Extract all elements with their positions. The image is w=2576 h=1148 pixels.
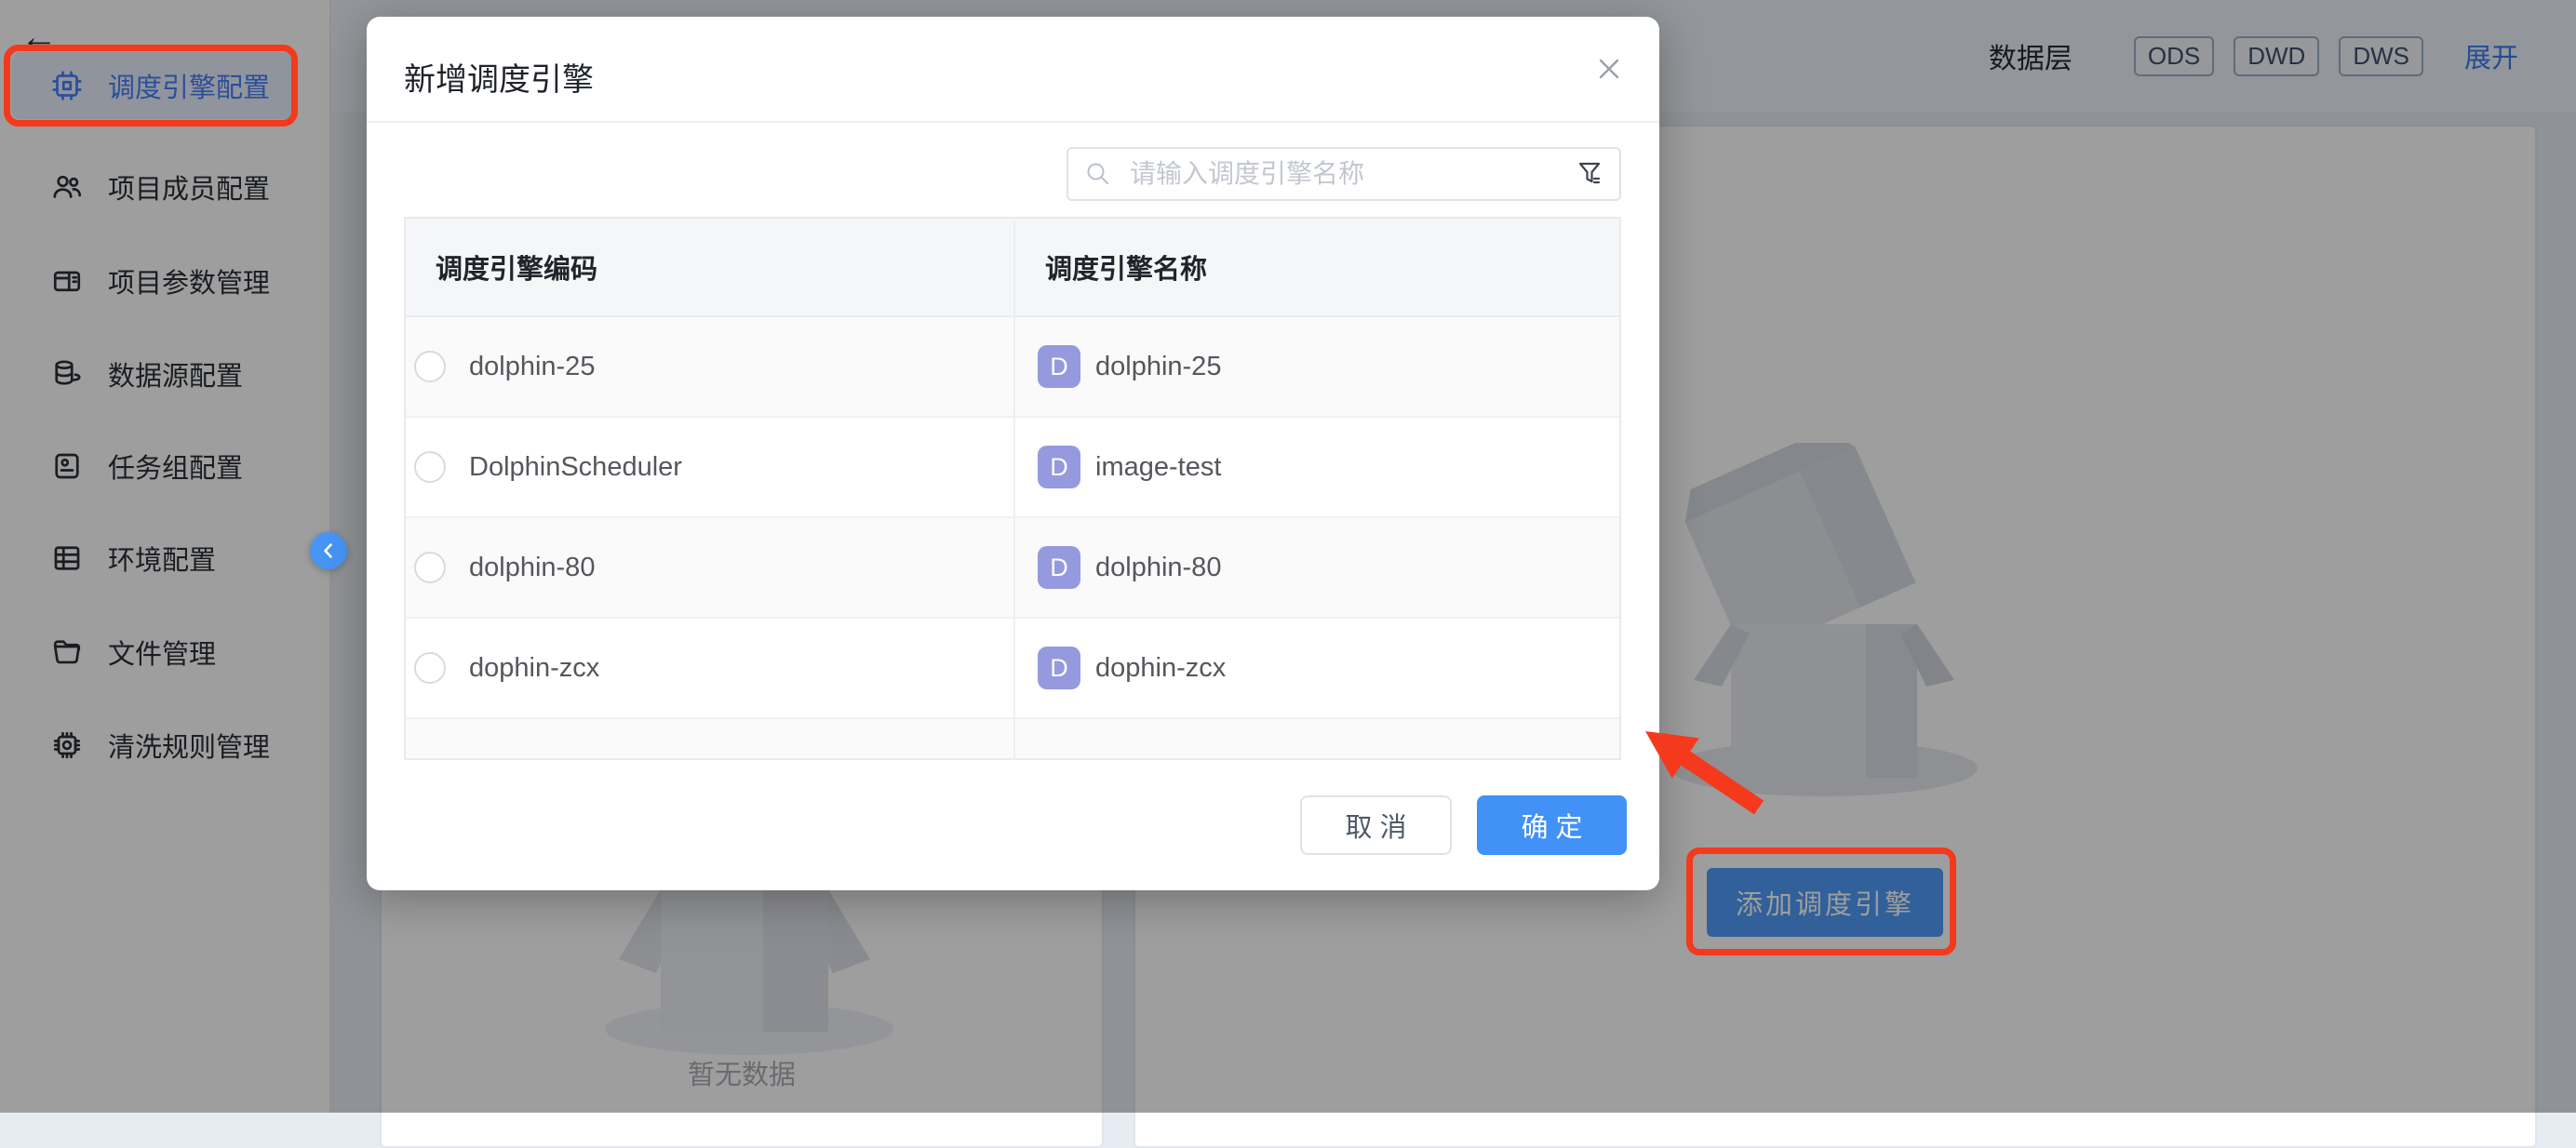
search-icon: [1083, 159, 1113, 189]
engine-avatar-badge: D: [1038, 345, 1080, 388]
modal-title: 新增调度引擎: [404, 54, 594, 100]
chevron-left-icon: [318, 541, 339, 561]
engine-search: [1067, 147, 1621, 201]
radio-button[interactable]: [414, 351, 446, 382]
modal-header: 新增调度引擎: [367, 17, 1659, 123]
sidebar-collapse-button[interactable]: [310, 532, 347, 569]
engine-avatar-badge: D: [1038, 647, 1080, 689]
table-row[interactable]: dophin-zcx D dophin-zcx: [406, 619, 1619, 719]
table-row[interactable]: DolphinScheduler D image-test: [406, 418, 1619, 518]
engine-table: 调度引擎编码 调度引擎名称 dolphin-25 D dolphin-25 Do…: [404, 217, 1621, 760]
table-header-row: 调度引擎编码 调度引擎名称: [406, 219, 1619, 317]
engine-avatar-badge: D: [1038, 446, 1080, 488]
column-header-engine-code: 调度引擎编码: [406, 219, 1015, 315]
engine-code: dolphin-25: [469, 352, 595, 382]
app-screen: { "sidebar": { "items": [ {"label": "调度引…: [0, 0, 2576, 1113]
engine-code: dophin-zcx: [469, 653, 599, 684]
confirm-button[interactable]: 确 定: [1477, 795, 1627, 855]
radio-button[interactable]: [414, 451, 446, 483]
engine-name: image-test: [1095, 452, 1221, 483]
filter-funnel-icon[interactable]: [1573, 157, 1606, 191]
engine-code: DolphinScheduler: [469, 452, 682, 483]
search-input[interactable]: [1067, 147, 1621, 201]
engine-name: dolphin-80: [1095, 553, 1221, 583]
column-header-engine-name: 调度引擎名称: [1015, 219, 1619, 315]
close-icon[interactable]: [1590, 50, 1628, 87]
engine-name: dophin-zcx: [1095, 653, 1226, 684]
table-row-partial: [406, 719, 1619, 760]
engine-avatar-badge: D: [1038, 546, 1080, 589]
engine-code: dolphin-80: [469, 553, 595, 583]
cancel-button[interactable]: 取 消: [1300, 795, 1452, 855]
radio-button[interactable]: [414, 652, 446, 684]
table-row[interactable]: dolphin-80 D dolphin-80: [406, 518, 1619, 619]
table-row[interactable]: dolphin-25 D dolphin-25: [406, 317, 1619, 418]
engine-name: dolphin-25: [1095, 352, 1221, 382]
radio-button[interactable]: [414, 552, 446, 583]
add-engine-modal: 新增调度引擎 调度引擎编码 调度引擎名称 dolphin-25 D dolphi…: [367, 17, 1659, 890]
